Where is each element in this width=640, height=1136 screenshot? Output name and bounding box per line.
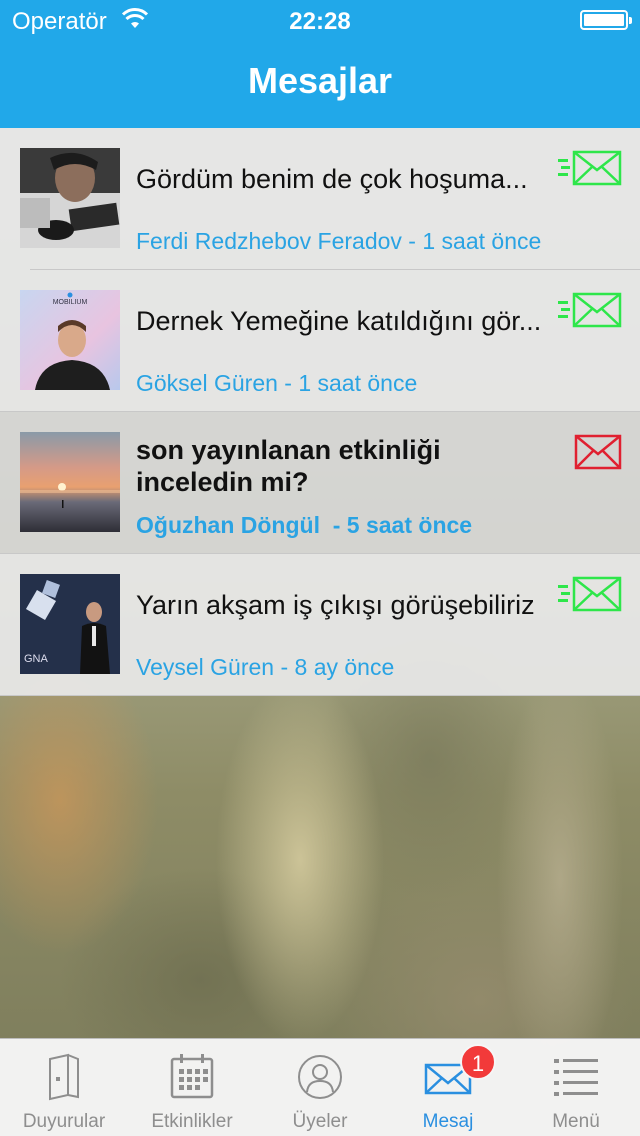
message-text: Yarın akşam iş çıkışı görüşebiliriz <box>136 590 535 620</box>
read-mail-icon <box>558 292 622 328</box>
user-icon <box>298 1055 342 1099</box>
message-meta: Göksel Güren - 1 saat önce <box>136 370 418 396</box>
message-text: Dernek Yemeğine katıldığını gör... <box>136 306 542 336</box>
message-row[interactable]: MOBILIUM Dernek Yemeğine katıldığını gör… <box>0 270 640 412</box>
page-title: Mesajlar <box>247 60 393 101</box>
unread-mail-icon <box>574 434 622 470</box>
message-list: Gördüm benim de çok hoşuma... Ferdi Redz… <box>0 128 640 696</box>
document-icon <box>49 1053 79 1101</box>
unread-badge: 1 <box>460 1044 496 1080</box>
avatar: MOBILIUM <box>20 290 120 390</box>
svg-text:MOBILIUM: MOBILIUM <box>53 299 88 306</box>
tab-menu[interactable]: Menü <box>512 1039 640 1136</box>
tab-label: Mesaj <box>422 1111 474 1132</box>
list-icon <box>554 1059 598 1096</box>
message-meta: Ferdi Redzhebov Feradov - 1 saat önce <box>136 228 542 254</box>
status-time: 22:28 <box>289 8 351 35</box>
avatar: GNA <box>20 574 120 674</box>
header: Operatör 22:28 Mesajlar <box>0 0 640 128</box>
svg-text:GNA: GNA <box>24 653 49 665</box>
message-meta: Oğuzhan Döngül - 5 saat önce <box>136 512 473 538</box>
message-meta: Veysel Güren - 8 ay önce <box>136 654 395 680</box>
calendar-icon <box>170 1054 214 1099</box>
tab-label: Menü <box>552 1111 600 1132</box>
tab-label: Etkinlikler <box>151 1111 233 1132</box>
avatar <box>20 148 120 248</box>
tab-label: Üyeler <box>292 1111 348 1132</box>
message-text: Gördüm benim de çok hoşuma... <box>136 164 528 194</box>
message-row[interactable]: son yayınlanan etkinliği inceledin mi? O… <box>0 412 640 554</box>
message-row[interactable]: GNA Yarın akşam iş çıkışı görüşebiliriz … <box>0 554 640 696</box>
message-row[interactable]: Gördüm benim de çok hoşuma... Ferdi Redz… <box>0 128 640 270</box>
tab-uyeler[interactable]: Üyeler <box>256 1039 384 1136</box>
read-mail-icon <box>558 576 622 612</box>
tab-duyurular[interactable]: Duyurular <box>0 1039 128 1136</box>
tab-label: Duyurular <box>22 1111 106 1132</box>
tab-etkinlikler[interactable]: Etkinlikler <box>128 1039 256 1136</box>
read-mail-icon <box>558 150 622 186</box>
status-bar: Operatör 22:28 <box>0 0 640 40</box>
avatar <box>20 432 120 532</box>
tab-bar: Duyurular Etkinlikler Üyeler Mesaj Menü <box>0 1038 640 1136</box>
battery-icon <box>580 10 632 30</box>
message-text: son yayınlanan etkinliği inceledin mi? <box>136 435 441 497</box>
